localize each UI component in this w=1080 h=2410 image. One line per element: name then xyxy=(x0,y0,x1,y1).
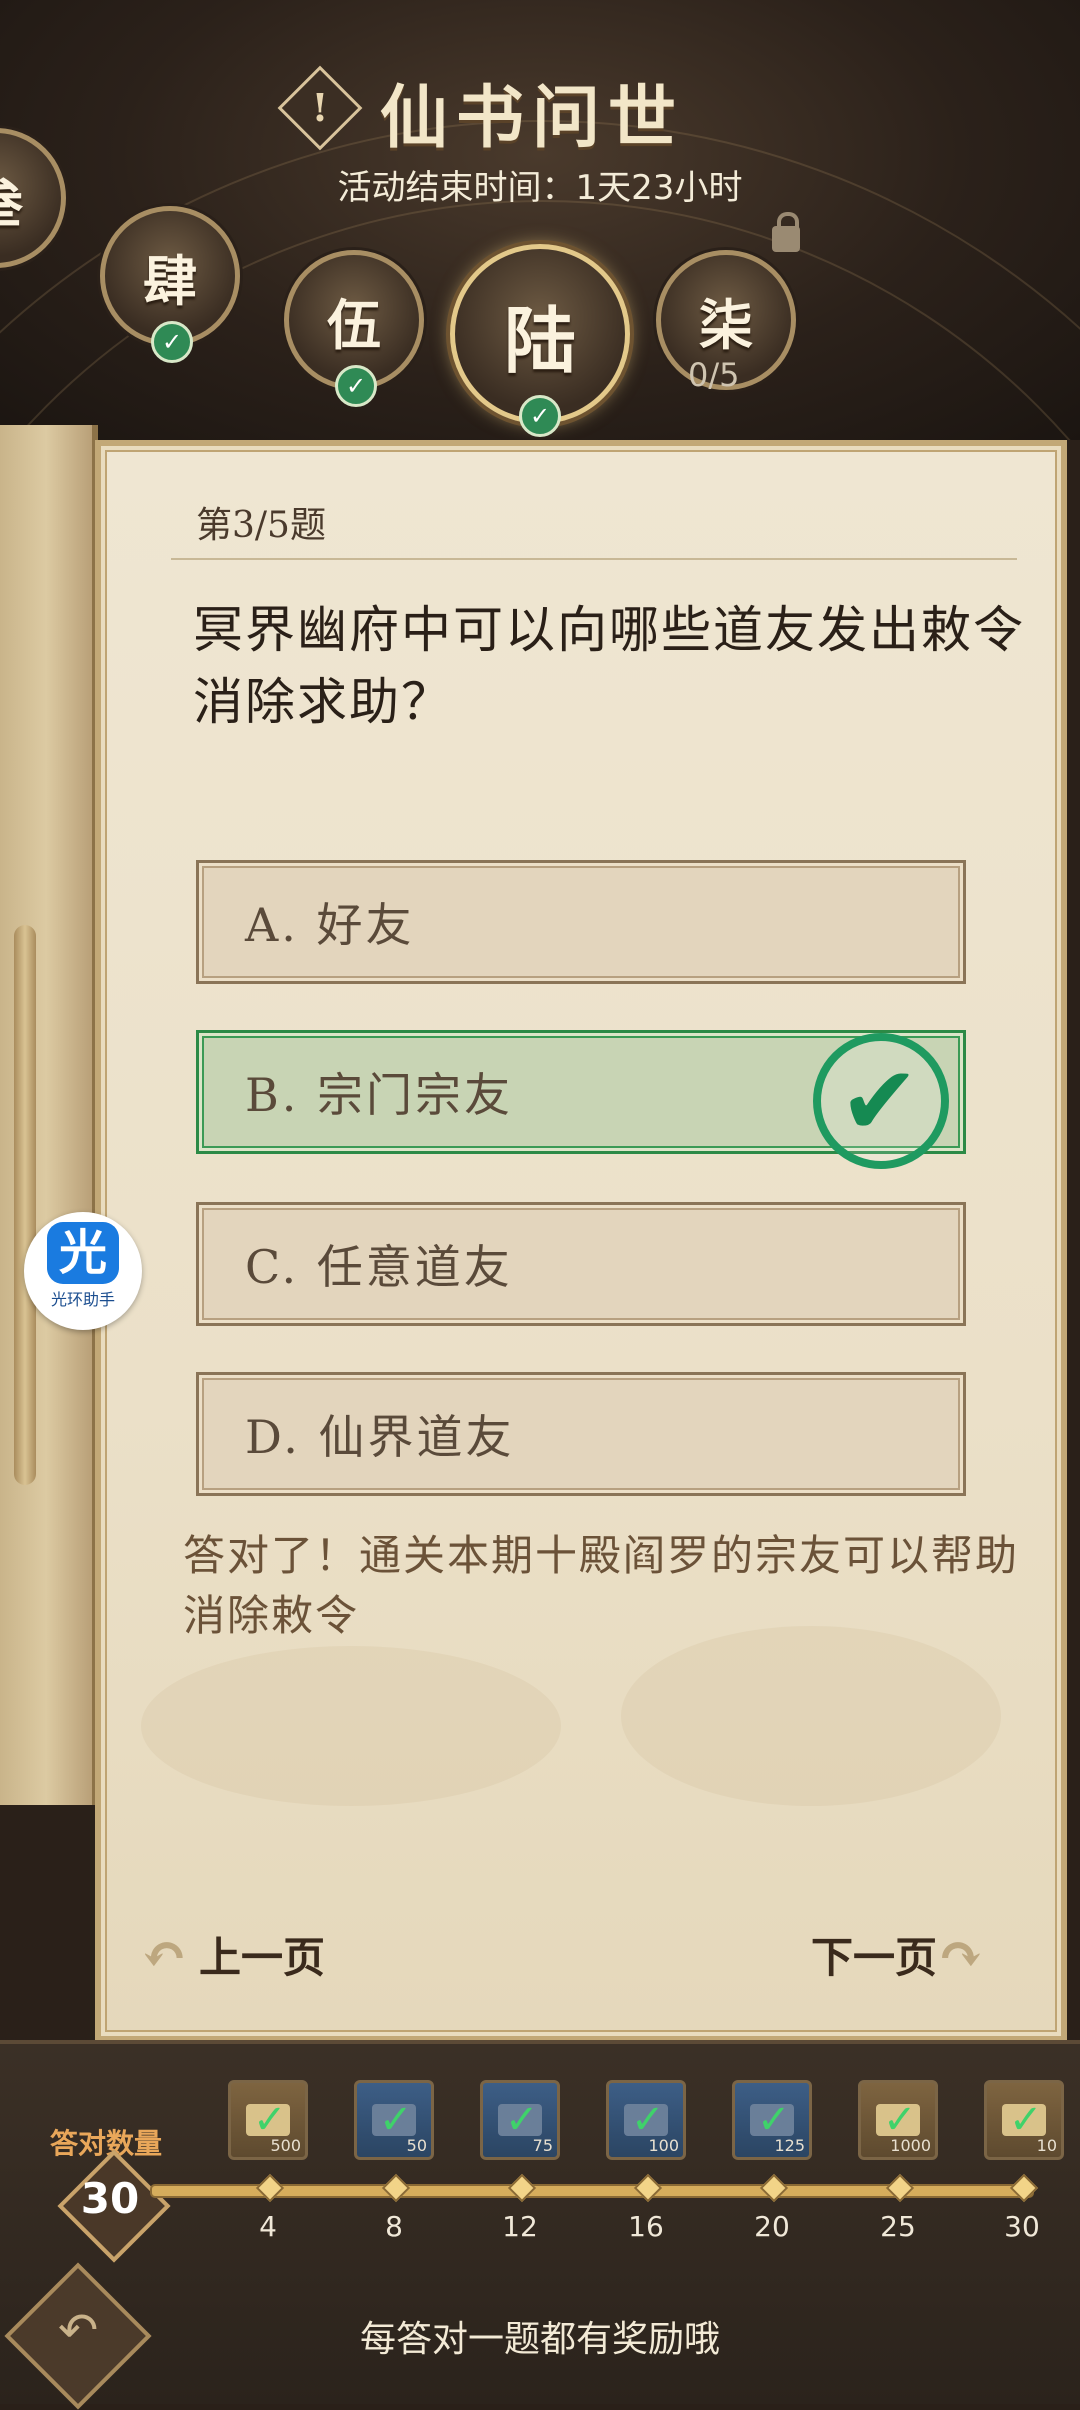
reward-bar: 答对数量 30 ✓ 500 ✓ 50 ✓ 75 ✓ 100 ✓ 125 ✓ 10… xyxy=(0,2040,1080,2410)
next-page-button[interactable]: 下一页 ↷ xyxy=(811,1924,995,1985)
reward-item[interactable]: ✓ 125 xyxy=(732,2080,812,2160)
halo-label: 光环助手 xyxy=(50,1290,115,1309)
option-b[interactable]: B. 宗门宗友 ✔ xyxy=(196,1030,966,1169)
reward-quantity: 50 xyxy=(406,2136,427,2155)
chapter-tab-3[interactable]: 叁 xyxy=(0,128,66,268)
check-icon: ✓ xyxy=(151,321,193,363)
milestone-label: 8 xyxy=(385,2210,403,2243)
chapter-tab-5[interactable]: 伍 ✓ xyxy=(284,250,424,407)
reward-quantity: 75 xyxy=(532,2136,553,2155)
answer-explanation: 答对了！通关本期十殿阎罗的宗友可以帮助消除敕令 xyxy=(183,1531,1020,1640)
reward-quantity: 125 xyxy=(774,2136,805,2155)
option-label: D. 仙界道友 xyxy=(245,1410,515,1464)
reward-item[interactable]: ✓ 50 xyxy=(354,2080,434,2160)
chapter-progress: 0/5 xyxy=(688,356,740,394)
option-c[interactable]: C. 任意道友 xyxy=(196,1202,966,1326)
milestone-label: 20 xyxy=(754,2210,790,2243)
option-label: C. 任意道友 xyxy=(245,1240,513,1294)
decorative-cloud xyxy=(141,1646,561,1806)
arrow-left-icon: ↶ xyxy=(141,1921,188,1988)
check-icon: ✓ xyxy=(519,395,561,437)
chapter-label: 伍 xyxy=(327,292,381,357)
option-label: B. 宗门宗友 xyxy=(245,1068,514,1122)
question-number: 第3/5题 xyxy=(196,505,326,546)
milestone-label: 12 xyxy=(502,2210,538,2243)
reward-quantity: 500 xyxy=(270,2136,301,2155)
correct-count-value: 30 xyxy=(80,2174,140,2223)
correct-check-icon: ✔ xyxy=(813,1033,949,1169)
page-title: 仙书问世 xyxy=(380,78,685,158)
chapter-label: 肆 xyxy=(143,248,197,313)
prev-page-button[interactable]: ↶ 上一页 xyxy=(141,1924,325,1985)
reward-item[interactable]: ✓ 100 xyxy=(606,2080,686,2160)
option-d[interactable]: D. 仙界道友 xyxy=(196,1372,966,1496)
reward-quantity: 1000 xyxy=(890,2136,931,2155)
side-scroll-panel xyxy=(0,425,98,1805)
end-time: 活动结束时间：1天23小时 xyxy=(0,160,1080,209)
end-time-label: 活动结束时间： xyxy=(337,168,576,208)
reward-item[interactable]: ✓ 1000 xyxy=(858,2080,938,2160)
alert-icon[interactable]: ! xyxy=(277,65,363,151)
check-icon: ✓ xyxy=(335,365,377,407)
milestone-label: 16 xyxy=(628,2210,664,2243)
reward-item[interactable]: ✓ 500 xyxy=(228,2080,308,2160)
option-label: A. 好友 xyxy=(245,898,415,952)
prev-page-label: 上一页 xyxy=(199,1933,326,1982)
arrow-right-icon: ↷ xyxy=(937,1921,984,1988)
reward-hint: 每答对一题都有奖励哦 xyxy=(359,2319,720,2360)
reward-quantity: 100 xyxy=(648,2136,679,2155)
question-scroll: 第3/5题 冥界幽府中可以向哪些道友发出敕令消除求助？ A. 好友 B. 宗门宗… xyxy=(95,440,1067,2042)
chapter-tab-4[interactable]: 肆 ✓ xyxy=(100,206,240,363)
next-page-label: 下一页 xyxy=(811,1933,938,1982)
scroll-handle[interactable] xyxy=(14,925,36,1485)
reward-item[interactable]: ✓ 75 xyxy=(480,2080,560,2160)
lock-icon xyxy=(772,212,800,252)
milestone-label: 25 xyxy=(880,2210,916,2243)
reward-item[interactable]: ✓ 10 xyxy=(984,2080,1064,2160)
option-a[interactable]: A. 好友 xyxy=(196,860,966,984)
halo-icon: 光 xyxy=(47,1222,119,1284)
chapter-tab-6[interactable]: 陆 ✓ xyxy=(450,244,630,437)
chapter-label: 柒 xyxy=(699,292,753,357)
activity-header: ! 仙书问世 活动结束时间：1天23小时 叁 肆 ✓ 伍 ✓ 陆 ✓ 柒 0/5 xyxy=(0,0,1080,440)
divider xyxy=(171,558,1017,560)
milestone-label: 4 xyxy=(259,2210,277,2243)
reward-quantity: 10 xyxy=(1036,2136,1057,2155)
milestone-label: 30 xyxy=(1004,2210,1040,2243)
halo-assistant-button[interactable]: 光 光环助手 xyxy=(24,1212,142,1330)
end-time-value: 1天23小时 xyxy=(575,168,743,208)
question-text: 冥界幽府中可以向哪些道友发出敕令消除求助？ xyxy=(193,601,1025,731)
chapter-label: 叁 xyxy=(0,159,23,238)
chapter-label: 陆 xyxy=(503,297,576,383)
decorative-cloud xyxy=(621,1626,1001,1806)
